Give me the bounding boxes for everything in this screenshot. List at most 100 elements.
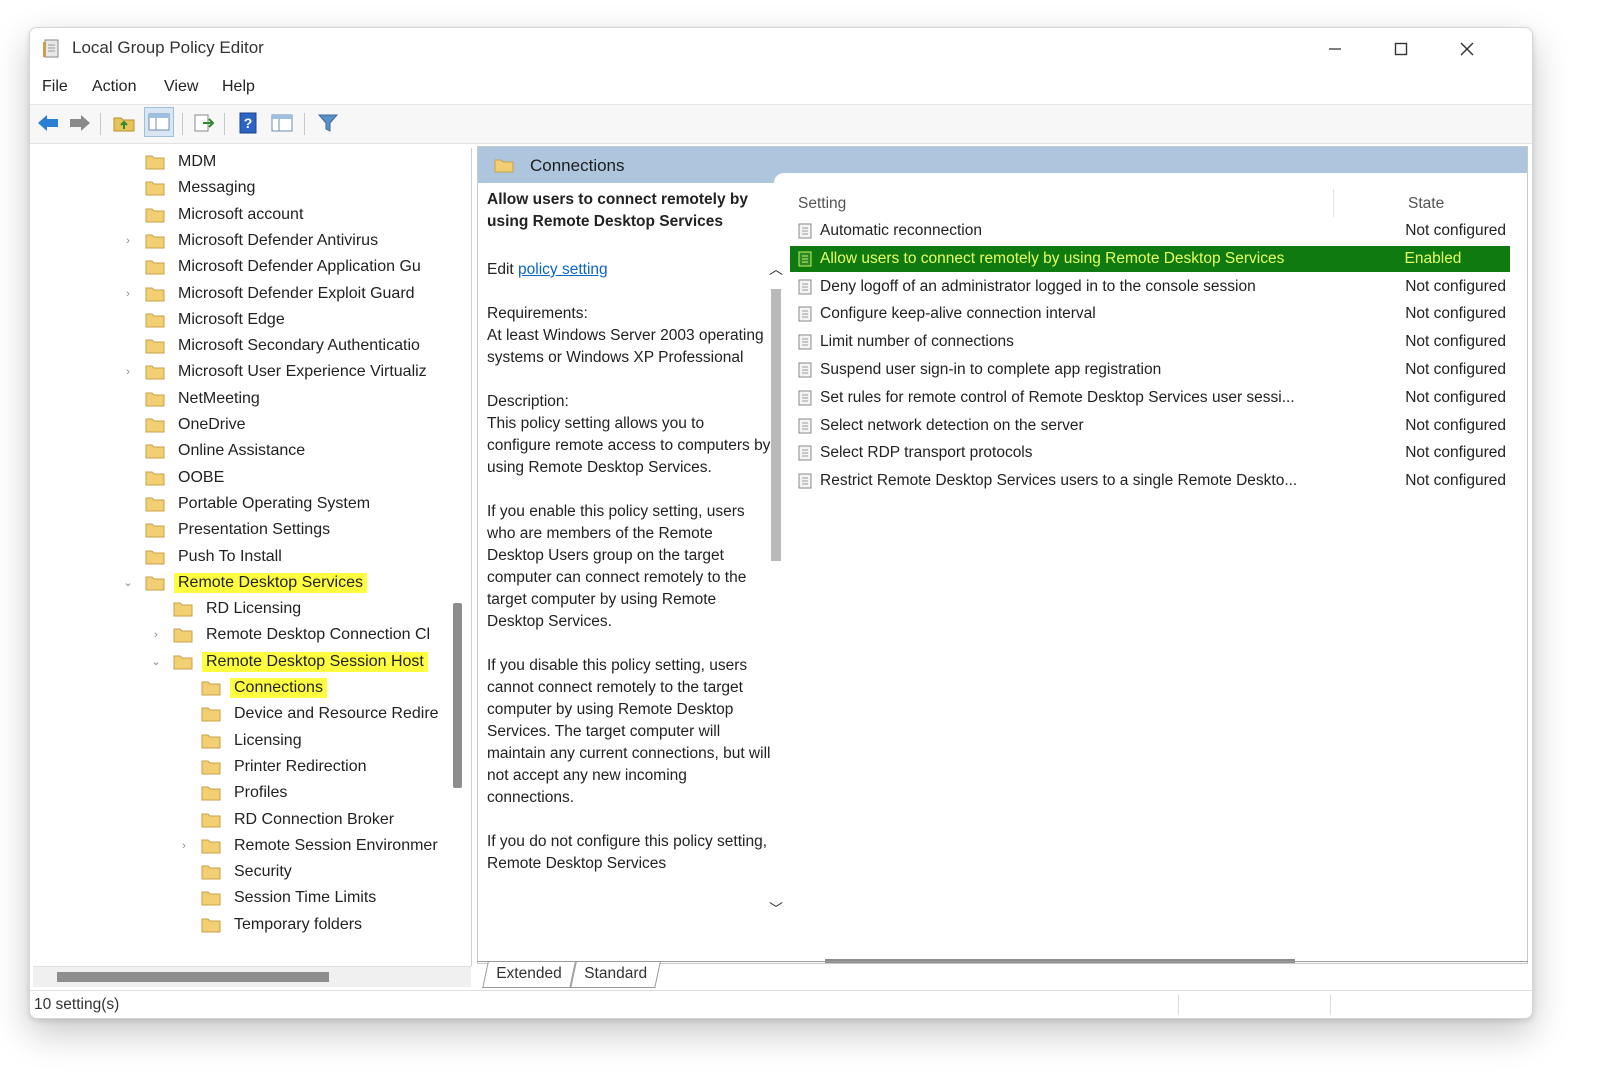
folder-icon <box>145 234 165 249</box>
tree-item[interactable]: ⌄ Remote Desktop Session Host <box>151 650 428 674</box>
filter-icon <box>317 114 339 132</box>
status-bar: 10 setting(s) <box>30 990 1532 1018</box>
export-list-button[interactable] <box>190 109 218 137</box>
tree-item[interactable]: MDM <box>145 150 220 174</box>
tree-item[interactable]: Profiles <box>201 781 291 805</box>
tree-item[interactable]: RD Connection Broker <box>201 808 398 832</box>
tree-item[interactable]: OneDrive <box>145 413 250 437</box>
tree-item[interactable]: Session Time Limits <box>201 886 380 910</box>
folder-icon <box>145 313 165 328</box>
back-button[interactable] <box>34 109 62 137</box>
help-button[interactable]: ? <box>234 109 262 137</box>
forward-button[interactable] <box>66 109 94 137</box>
folder-icon <box>201 865 221 880</box>
filter-button[interactable] <box>314 109 342 137</box>
expander-icon[interactable]: ⌄ <box>149 655 163 668</box>
tab-extended[interactable]: Extended <box>482 962 576 988</box>
show-hide-tree-button[interactable] <box>144 107 174 137</box>
tree-item[interactable]: › Microsoft Defender Exploit Guard <box>126 282 419 306</box>
properties-button[interactable] <box>268 109 296 137</box>
tree-item[interactable]: ⌄ Remote Desktop Services <box>123 571 367 595</box>
tree-item[interactable]: Microsoft Edge <box>145 308 289 332</box>
expander-icon[interactable]: › <box>121 288 135 300</box>
tree-item[interactable]: Microsoft account <box>145 203 307 227</box>
expander-icon[interactable]: › <box>121 366 135 378</box>
close-button[interactable] <box>1444 30 1490 68</box>
setting-name: Limit number of connections <box>820 333 1014 351</box>
setting-row[interactable]: Set rules for remote control of Remote D… <box>790 385 1510 411</box>
tree-item[interactable]: Microsoft Defender Application Gu <box>145 255 425 279</box>
tree-item[interactable]: RD Licensing <box>173 597 305 621</box>
expander-icon[interactable]: › <box>177 840 191 852</box>
description-scroll-thumb[interactable] <box>771 289 781 561</box>
edit-line: Edit policy setting <box>487 259 771 281</box>
tree-item[interactable]: NetMeeting <box>145 387 264 411</box>
menu-action[interactable]: Action <box>92 78 136 96</box>
tree-item[interactable]: Messaging <box>145 176 259 200</box>
setting-row[interactable]: Select network detection on the server No… <box>790 413 1510 439</box>
tree-item[interactable]: › Microsoft User Experience Virtualiz <box>126 360 431 384</box>
expander-icon[interactable]: › <box>121 235 135 247</box>
column-setting[interactable]: Setting <box>798 195 846 213</box>
tree-item[interactable]: Presentation Settings <box>145 518 334 542</box>
expander-icon[interactable]: › <box>149 629 163 641</box>
setting-state: Not configured <box>1405 388 1506 406</box>
folder-icon <box>145 576 165 591</box>
tree-item[interactable]: Microsoft Secondary Authenticatio <box>145 334 424 358</box>
tree-item[interactable]: OOBE <box>145 466 228 490</box>
policy-setting-icon <box>798 418 812 434</box>
minimize-button[interactable] <box>1312 30 1358 68</box>
tree-item[interactable]: Portable Operating System <box>145 492 374 516</box>
tree-item[interactable]: Online Assistance <box>145 439 309 463</box>
tab-standard[interactable]: Standard <box>570 962 661 988</box>
maximize-button[interactable] <box>1378 30 1424 68</box>
tree-horizontal-scrollbar[interactable] <box>33 966 471 987</box>
setting-row[interactable]: Restrict Remote Desktop Services users t… <box>790 468 1510 494</box>
setting-row[interactable]: Limit number of connections Not configure… <box>790 329 1510 355</box>
folder-icon <box>145 339 165 354</box>
close-icon <box>1460 42 1474 56</box>
scroll-up-icon[interactable]: ︿ <box>767 259 785 279</box>
setting-name: Allow users to connect remotely by using… <box>820 249 1285 267</box>
tree-item[interactable]: Licensing <box>201 729 306 753</box>
column-state[interactable]: State <box>1408 195 1444 213</box>
setting-row[interactable]: Configure keep-alive connection interval… <box>790 301 1510 327</box>
navigation-tree[interactable]: MDM Messaging Microsoft account › Microsoft … <box>33 148 472 966</box>
setting-row[interactable]: Deny logoff of an administrator logged i… <box>790 274 1510 300</box>
app-icon <box>43 39 59 58</box>
expander-icon[interactable]: ⌄ <box>121 576 135 589</box>
tree-vertical-scroll-thumb[interactable] <box>453 603 462 788</box>
setting-row[interactable]: Suspend user sign-in to complete app reg… <box>790 357 1510 383</box>
tree-item[interactable]: › Remote Desktop Connection Cl <box>154 623 434 647</box>
tree-item[interactable]: Connections <box>201 676 327 700</box>
requirements-block: Requirements: At least Windows Server 20… <box>487 303 771 369</box>
tree-item[interactable]: Temporary folders <box>201 913 366 937</box>
tree-item[interactable]: › Microsoft Defender Antivirus <box>126 229 382 253</box>
tree-item[interactable]: Printer Redirection <box>201 755 371 779</box>
setting-name: Select RDP transport protocols <box>820 444 1033 462</box>
window-title: Local Group Policy Editor <box>72 38 264 57</box>
description-scrollbar[interactable]: ︿ ﹀ <box>767 259 785 919</box>
setting-row[interactable]: Allow users to connect remotely by using… <box>790 245 1510 272</box>
menu-view[interactable]: View <box>164 78 198 96</box>
setting-row[interactable]: Select RDP transport protocols Not config… <box>790 440 1510 466</box>
tree-item[interactable]: Device and Resource Redire <box>201 702 443 726</box>
tree-item[interactable]: Push To Install <box>145 545 286 569</box>
up-folder-button[interactable] <box>110 109 138 137</box>
tree-item[interactable]: Security <box>201 860 296 884</box>
edit-policy-link[interactable]: policy setting <box>518 261 608 278</box>
tree-item-label: Microsoft Edge <box>178 310 285 328</box>
setting-state: Not configured <box>1405 333 1506 351</box>
setting-name: Select network detection on the server <box>820 416 1084 434</box>
tree-horizontal-scroll-thumb[interactable] <box>57 972 329 982</box>
folder-icon <box>201 918 221 933</box>
setting-row[interactable]: Automatic reconnection Not configured <box>790 218 1510 244</box>
scroll-down-icon[interactable]: ﹀ <box>767 899 785 919</box>
enable-text: If you enable this policy setting, users… <box>487 503 747 630</box>
menu-help[interactable]: Help <box>222 78 255 96</box>
folder-icon <box>201 839 221 854</box>
menu-file[interactable]: File <box>42 78 68 96</box>
folder-icon <box>201 681 221 696</box>
policy-setting-icon <box>798 473 812 489</box>
tree-item[interactable]: › Remote Session Environmer <box>182 834 442 858</box>
